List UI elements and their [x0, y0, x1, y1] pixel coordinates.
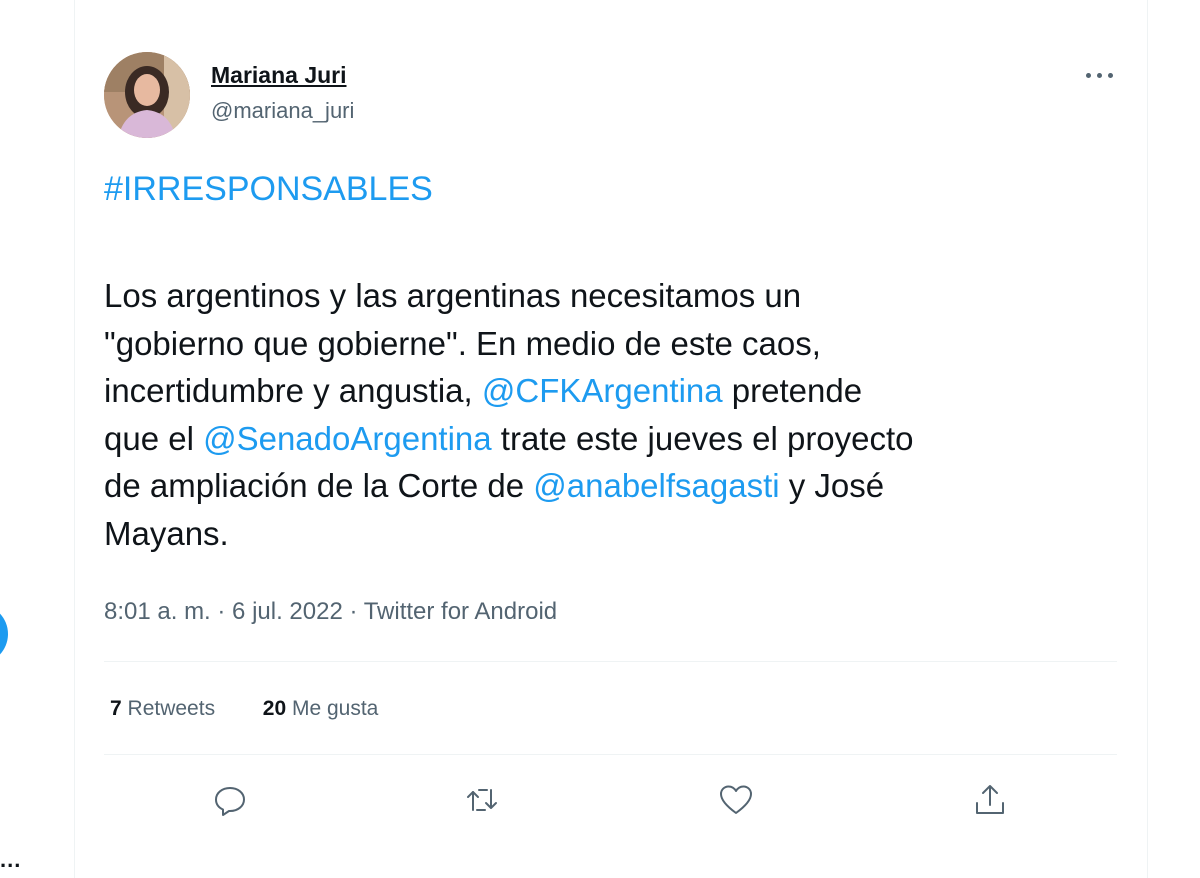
tweet-text: Los argentinos y las argentinas necesita…	[104, 272, 1134, 557]
tweet-text-segment: de ampliación de la Corte de	[104, 467, 534, 504]
more-options-icon[interactable]	[1084, 60, 1116, 90]
tweet-line: Los argentinos y las argentinas necesita…	[104, 277, 802, 314]
tweet-line: incertidumbre y angustia, @CFKArgentina …	[104, 367, 1134, 415]
tweet-text-segment: trate este jueves el proyecto	[491, 419, 914, 457]
divider	[104, 754, 1117, 755]
tweet-line: que el @SenadoArgentina trate este jueve…	[104, 415, 1134, 463]
engagement-stats: 7 Retweets 20 Me gusta	[110, 697, 378, 721]
mention-link-senadoargentina[interactable]: @SenadoArgentina	[203, 420, 492, 457]
like-icon[interactable]	[718, 782, 758, 822]
tweet-text-segment: y José	[779, 467, 885, 504]
tweet-actions	[212, 782, 1012, 822]
avatar-image	[104, 52, 190, 138]
account-menu-icon[interactable]: ...	[0, 849, 21, 871]
mention-link-cfkargentina[interactable]: @CFKArgentina	[482, 372, 723, 409]
likes-label: Me gusta	[291, 697, 379, 720]
compose-button-edge[interactable]	[0, 604, 8, 664]
author-handle[interactable]: @mariana_juri	[211, 98, 354, 124]
tweet-line: Mayans.	[104, 514, 229, 552]
tweet-line: de ampliación de la Corte de @anabelfsag…	[104, 462, 1134, 510]
avatar[interactable]	[104, 52, 190, 138]
likes-count: 20	[262, 697, 287, 720]
background-timeline: ...	[0, 0, 74, 876]
hashtag-link[interactable]: #IRRESPONSABLES	[104, 170, 433, 209]
likes-stat[interactable]: 20 Me gusta	[263, 697, 379, 720]
author-name[interactable]: Mariana Juri	[211, 62, 347, 89]
tweet-text-segment: pretende	[722, 372, 863, 409]
retweets-count: 7	[110, 697, 122, 720]
tweet-line: "gobierno que gobierne". En medio de est…	[104, 324, 821, 362]
divider	[104, 661, 1117, 662]
retweets-label: Retweets	[127, 697, 216, 720]
share-icon[interactable]	[972, 782, 1012, 822]
retweets-stat[interactable]: 7 Retweets	[110, 697, 215, 720]
retweet-icon[interactable]	[464, 782, 504, 822]
tweet-text-segment: incertidumbre y angustia,	[104, 372, 482, 409]
reply-icon[interactable]	[212, 782, 252, 822]
mention-link-anabelfsagasti[interactable]: @anabelfsagasti	[533, 467, 779, 504]
tweet-text-segment: que el	[104, 419, 204, 457]
tweet-timestamp[interactable]: 8:01 a. m. · 6 jul. 2022 · Twitter for A…	[104, 598, 557, 626]
